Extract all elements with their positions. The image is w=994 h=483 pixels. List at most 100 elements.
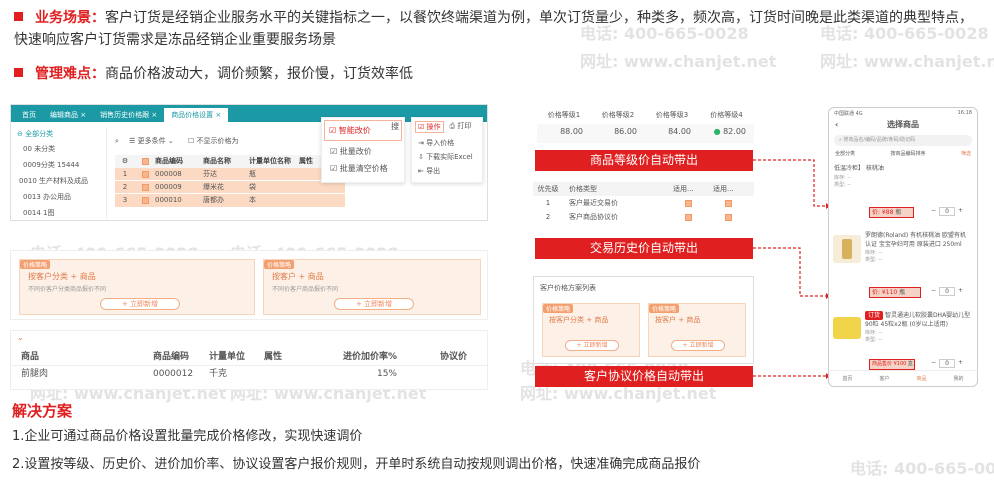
strategy-badge: 价格策略 [20, 260, 51, 269]
more-conditions[interactable]: ☰ 更多条件 ⌄ [129, 137, 174, 145]
search-input[interactable]: ⌕ 搜商品名/编码/品牌/条码/助记码 [834, 135, 972, 146]
minus-button[interactable]: − [931, 207, 936, 216]
bullet-label: 管理难点： [35, 66, 105, 82]
operation-button[interactable]: ☑ 操作 [415, 121, 444, 133]
list-item[interactable]: 罗朗德(Roland) 有机核桃油 欧盟有机认证 宝宝孕妇可用 原装进口 250… [829, 231, 977, 303]
sort-filter[interactable]: 按商品编码排序 [890, 150, 925, 157]
add-now-button[interactable]: + 立即新增 [671, 340, 725, 351]
minus-button[interactable]: − [931, 287, 936, 296]
nav-product[interactable]: 商品 [916, 371, 926, 386]
table-header: 优先级 价格类型 适用... 适用... [533, 182, 754, 196]
add-now-button[interactable]: + 立即新增 [334, 298, 414, 310]
strategy-badge: 价格策略 [264, 260, 295, 269]
row-checkbox[interactable] [141, 170, 149, 178]
strategy-badge: 价格策略 [649, 304, 680, 313]
bullet-scenario: 业务场景：客户订货是经销企业服务水平的关键指标之一，以餐饮终端渠道为例，单次订货… [14, 7, 984, 51]
operation-menu: ☑ 操作 ⎙ 打印 ⇥ 导入价格 ⇩ 下载实际Excel ⇤ 导出 [411, 117, 483, 183]
table-header: ⚙ 商品编码 商品名称 计量单位名称 属性 [115, 155, 345, 168]
settings-icon[interactable]: ⚙ [115, 155, 135, 168]
strategy-title: 按客户 + 商品 [272, 272, 324, 281]
table-row[interactable]: 3 000010 唐都办本 [115, 194, 345, 207]
column-header: 计量单位 [209, 352, 246, 362]
print-button[interactable]: ⎙ 打印 [450, 121, 472, 133]
collapse-icon[interactable]: ⌄ [11, 331, 487, 344]
search-icon[interactable]: ⌕ [115, 137, 119, 145]
quantity-stepper[interactable]: −0 + [931, 287, 963, 296]
tab-price-setting[interactable]: 商品价格设置 × [164, 108, 229, 122]
import-price-item[interactable]: ⇥ 导入价格 [412, 136, 482, 150]
table-row[interactable]: 前腿肉 0000012 千克 15% [11, 366, 487, 382]
strategy-subtitle: 不同价客户商品报价不同 [272, 286, 339, 293]
row-checkbox[interactable] [685, 213, 692, 221]
list-item[interactable]: 低温冷柜】 核桃油 库存: -- 类型: -- 价: ¥88 瓶 −0 + [829, 163, 977, 225]
price-tag: 价: ¥110 瓶 [869, 287, 921, 298]
strategy-badge: 价格策略 [543, 304, 574, 313]
download-excel-item[interactable]: ⇩ 下载实际Excel [412, 150, 482, 164]
column-header: 价格等级2 [601, 111, 635, 119]
quantity-stepper[interactable]: −0 + [931, 207, 963, 216]
page-title: ‹ 选择商品 [835, 119, 919, 131]
nav-customer[interactable]: 客户 [879, 371, 889, 386]
history-price-ribbon: 交易历史价自动带出 [535, 238, 753, 259]
solution-item: 1.企业可通过商品价格设置批量完成价格修改，实现快速调价 [12, 429, 363, 444]
category-filter[interactable]: 全部分类 [835, 150, 855, 157]
plus-button[interactable]: + [958, 359, 963, 368]
category-item[interactable]: 0009分类 15444 [15, 157, 106, 173]
bullet-label: 业务场景： [35, 10, 105, 26]
strategy-card-left: 价格策略 按客户分类 + 商品 + 立即新增 [542, 303, 640, 357]
agreement-price-ribbon: 客户协议价格自动带出 [535, 366, 753, 387]
category-item[interactable]: 0010 生产材料及成品 [15, 173, 106, 189]
filter-button[interactable]: 筛选 [961, 150, 971, 157]
connector-lines [753, 159, 830, 379]
check-icon: ● [713, 127, 721, 136]
nav-home[interactable]: 首页 [842, 371, 852, 386]
category-item[interactable]: 0013 办公用品 [15, 189, 106, 205]
column-header: 商品名称 [203, 157, 231, 165]
select-all-checkbox[interactable] [135, 155, 155, 168]
add-now-button[interactable]: + 立即新增 [100, 298, 180, 310]
strategy-subtitle: 不同价客户分类商品报价不同 [28, 286, 107, 293]
row-checkbox[interactable] [141, 183, 149, 191]
category-sidebar: ⊖ 全部分类 00 未分类 0009分类 15444 0010 生产材料及成品 … [15, 127, 107, 219]
column-header: 价格等级1 [547, 111, 581, 119]
table-row[interactable]: 2 000009 爆米花袋 [115, 181, 345, 194]
watermark-phone: 电话: 400-665-0028 [850, 459, 994, 478]
add-now-button[interactable]: + 立即新增 [565, 340, 619, 351]
strategy-card-right: 价格策略 按客户 + 商品 不同价客户商品报价不同 + 立即新增 [263, 259, 481, 315]
product-image [833, 317, 861, 339]
quantity-stepper[interactable]: −0 + [931, 359, 963, 368]
toolbar: ⌕ ☰ 更多条件 ⌄ ☐ 不显示价格为 [115, 136, 239, 146]
solution-item: 2.设置按等级、历史价、进价加价率、协议设置客户报价规则，开单时系统自动按规则调… [12, 457, 701, 472]
category-item[interactable]: 00 未分类 [15, 141, 106, 157]
price-tag: 商品售价 ¥100 盒 [869, 359, 915, 370]
column-header: 优先级 [537, 185, 559, 193]
back-icon[interactable]: ‹ [835, 119, 838, 131]
category-title[interactable]: ⊖ 全部分类 [15, 127, 106, 141]
tab-sales-history[interactable]: 销售历史价格跟 × [93, 108, 164, 122]
strategy-title: 按客户分类 + 商品 [28, 272, 96, 281]
batch-clear-button[interactable]: ☑ 批量清空价格 [322, 160, 404, 177]
batch-price-button[interactable]: ☑ 批量改价 [322, 143, 404, 160]
row-checkbox[interactable] [725, 213, 732, 221]
nav-mine[interactable]: 我的 [953, 371, 963, 386]
row-checkbox[interactable] [141, 196, 149, 204]
export-item[interactable]: ⇤ 导出 [412, 164, 482, 178]
plus-button[interactable]: + [958, 207, 963, 216]
row-checkbox[interactable] [685, 199, 692, 207]
list-item[interactable]: 订货 智灵通迪儿软胶囊DHA婴幼儿型90粒 45粒x2瓶 (0岁以上适用) 库存… [829, 311, 977, 373]
exclude-checkbox[interactable]: ☐ 不显示价格为 [188, 137, 239, 145]
table-row: 1 客户最近交易价 [533, 196, 754, 210]
plus-button[interactable]: + [958, 287, 963, 296]
mobile-app-mockup: 中国联通 4G 16:18 ‹ 选择商品 ⌕ 搜商品名/编码/品牌/条码/助记码 全… [828, 107, 978, 387]
column-header: 属性 [264, 352, 283, 362]
minus-button[interactable]: − [931, 359, 936, 368]
tab-home[interactable]: 首页 [15, 108, 43, 122]
row-checkbox[interactable] [725, 199, 732, 207]
item-name: 低温冷柜】 核桃油 [834, 165, 884, 172]
history-price-table: 优先级 价格类型 适用... 适用... 1 客户最近交易价 2 客户商品协议价 [533, 182, 754, 226]
panel-title: 客户价格方案列表 [540, 284, 596, 292]
tab-edit-product[interactable]: 编辑商品 × [43, 108, 93, 122]
category-item[interactable]: 0014 1图 [15, 205, 106, 220]
bullet-text: 商品价格波动大，调价频繁，报价慢，订货效率低 [105, 66, 413, 82]
table-row[interactable]: 1 000008 芬达瓶 [115, 168, 345, 181]
